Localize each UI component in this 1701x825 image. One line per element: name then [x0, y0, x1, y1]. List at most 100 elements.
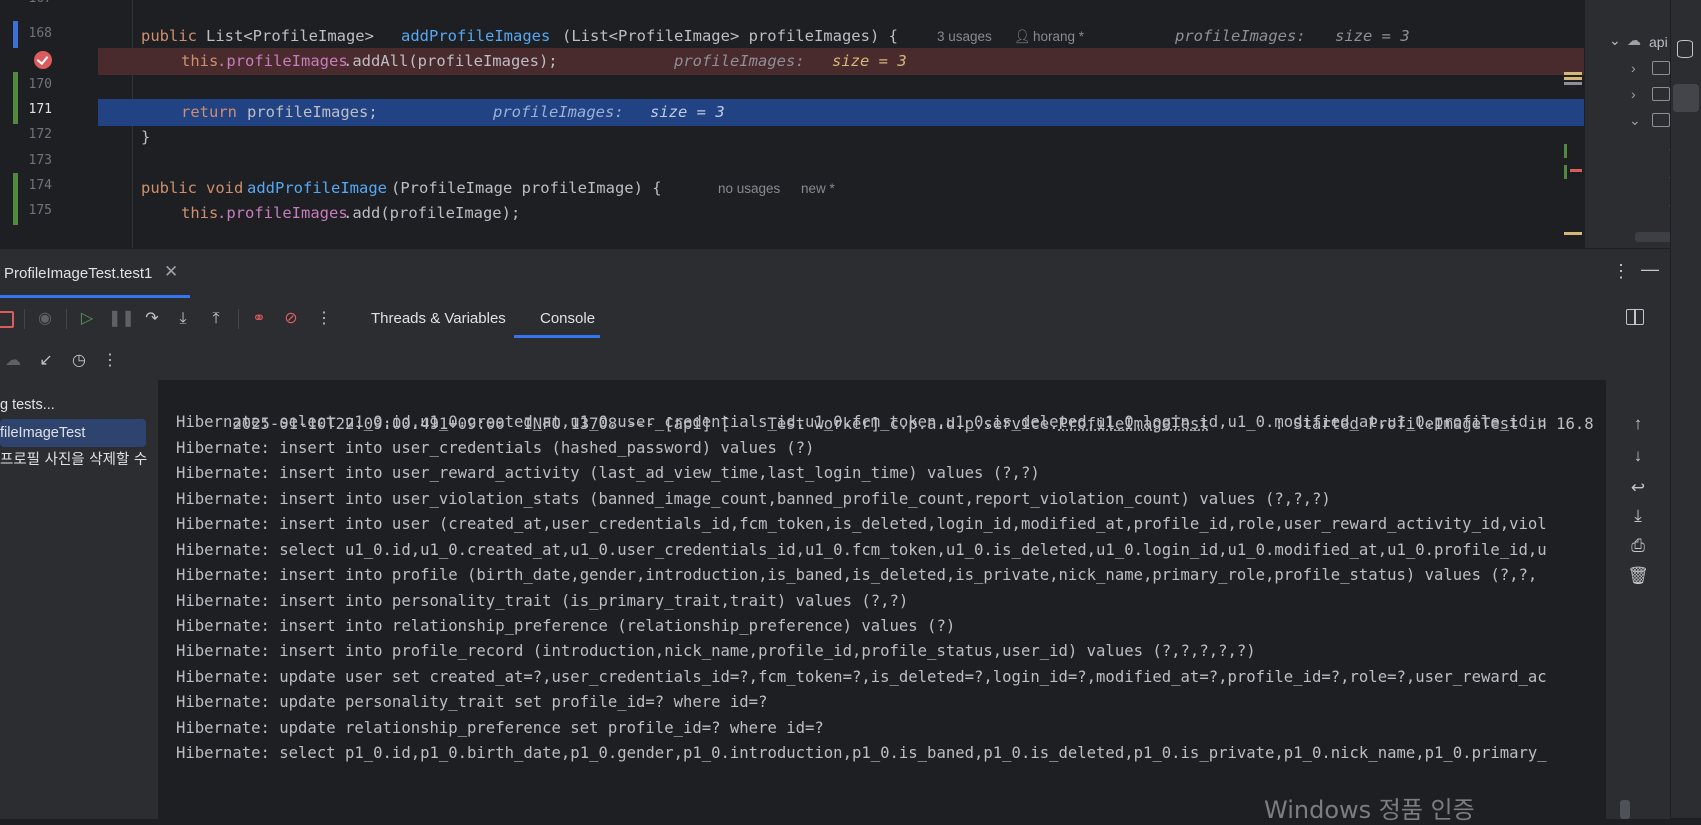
stripe-mark[interactable]	[1564, 165, 1567, 179]
stripe-mark[interactable]	[1564, 144, 1567, 158]
down-arrow-icon[interactable]: ↓	[1606, 446, 1670, 466]
stripe-mark[interactable]	[1564, 82, 1582, 85]
console-line[interactable]: Hibernate: insert into profile_record (i…	[176, 638, 1256, 665]
debug-tool-window[interactable]: ProfileImageTest.test1 ✕ ⋮ — ◉ ▷ ❚❚ ↷ ⤓ …	[0, 248, 1670, 819]
horizontal-scrollbar[interactable]	[1635, 232, 1671, 242]
more-icon[interactable]: ⋮	[313, 308, 335, 330]
database-icon[interactable]	[1677, 40, 1693, 58]
author-hint[interactable]: new *	[801, 175, 835, 202]
chevron-right-icon[interactable]: ›	[1631, 86, 1636, 102]
method-name: addProfileImages	[401, 27, 551, 45]
vcs-change-marker[interactable]	[13, 21, 18, 48]
toolbar-separator	[66, 309, 67, 329]
run-config-tab[interactable]: ProfileImageTest.test1 ✕	[0, 249, 190, 298]
vcs-change-marker[interactable]	[13, 72, 18, 99]
console-line[interactable]: Hibernate: select u1_0.id,u1_0.created_a…	[176, 409, 1547, 436]
test-tree-item[interactable]: g tests...	[0, 391, 146, 419]
test-tree-item[interactable]: 프로필 사진을 삭제할 수	[0, 446, 147, 474]
console-line[interactable]: Hibernate: insert into user_violation_st…	[176, 486, 1331, 513]
gutter-line: 174	[0, 173, 98, 200]
line-number: 167	[29, 0, 52, 6]
view-breakpoints-icon[interactable]: ⚭	[248, 308, 270, 330]
console-line[interactable]: Hibernate: update relationship_preferenc…	[176, 715, 824, 742]
mute-breakpoints-icon[interactable]: ⊘	[280, 308, 302, 330]
debug-toolbar: ◉ ▷ ❚❚ ↷ ⤓ ⤒ ⚭ ⊘ ⋮ Threads & Variables C…	[0, 298, 1670, 340]
minimize-icon[interactable]: —	[1641, 259, 1659, 280]
pause-icon[interactable]: ❚❚	[108, 308, 135, 330]
module-icon: ☁	[1627, 32, 1641, 48]
author-icon: 👤︎	[1014, 29, 1032, 44]
line-gutter[interactable]: 167 168 170 171 172 173 174 175	[0, 0, 98, 248]
step-into-icon[interactable]: ⤓	[172, 308, 194, 330]
run-config-tab-label: ProfileImageTest.test1	[4, 265, 153, 282]
field-ref: .profileImages	[217, 52, 348, 70]
code-area[interactable]: public List<ProfileImage> addProfileImag…	[98, 0, 1584, 248]
code-line-171[interactable]: return profileImages; profileImages: siz…	[98, 99, 1584, 126]
soft-wrap-icon[interactable]: ↩	[1606, 478, 1670, 498]
console-line[interactable]: Hibernate: insert into user (created_at,…	[176, 511, 1547, 538]
scroll-to-end-icon[interactable]: ⤓	[1606, 506, 1670, 526]
test-tree[interactable]: g tests... fileImageTest 프로필 사진을 삭제할 수	[0, 380, 158, 819]
stripe-mark[interactable]	[1564, 77, 1582, 80]
rerun-failed-icon[interactable]: ☁	[2, 350, 24, 372]
tool-window-active-icon[interactable]	[1673, 84, 1699, 112]
up-arrow-icon[interactable]: ↑	[1606, 414, 1670, 434]
code-line-174[interactable]: public void addProfileImage (ProfileImag…	[98, 175, 1584, 202]
eye-icon[interactable]: ◉	[34, 308, 56, 330]
gutter-line: 167	[0, 0, 98, 13]
code-line-168[interactable]: public List<ProfileImage> addProfileImag…	[98, 23, 1584, 50]
console-line[interactable]: Hibernate: insert into relationship_pref…	[176, 613, 955, 640]
console-line[interactable]: Hibernate: select u1_0.id,u1_0.created_a…	[176, 537, 1547, 564]
console-line[interactable]: Hibernate: update personality_trait set …	[176, 689, 767, 716]
console-line[interactable]: 2025-01-10T22:09:00.491+09:00 INFO 13708…	[176, 384, 1593, 433]
vcs-change-marker[interactable]	[13, 198, 18, 225]
stripe-mark[interactable]	[1570, 169, 1582, 172]
folder-icon	[1652, 61, 1670, 75]
vcs-change-marker[interactable]	[13, 97, 18, 124]
breakpoint-icon[interactable]	[34, 51, 52, 69]
stripe-mark[interactable]	[1564, 232, 1582, 235]
chevron-down-icon[interactable]: ⌄	[1609, 32, 1621, 49]
vcs-change-marker[interactable]	[13, 173, 18, 200]
trash-icon[interactable]: 🗑︎	[1606, 566, 1670, 586]
method-name: addProfileImage	[247, 179, 387, 197]
tab-console[interactable]: Console	[540, 310, 595, 327]
more-icon[interactable]: ⋮	[99, 350, 121, 372]
console-scrollbar[interactable]	[1620, 800, 1630, 819]
code-line-172[interactable]: }	[98, 124, 1584, 151]
tab-threads-variables[interactable]: Threads & Variables	[371, 310, 506, 327]
more-options-icon[interactable]: ⋮	[1612, 261, 1630, 282]
code-line-175[interactable]: this .profileImages .add(profileImage);	[98, 200, 1584, 227]
console-line[interactable]: Hibernate: insert into user_reward_activ…	[176, 460, 1040, 487]
step-over-icon[interactable]: ↷	[141, 308, 163, 330]
step-out-icon[interactable]: ⤒	[205, 308, 227, 330]
stripe-mark[interactable]	[1564, 72, 1582, 75]
chevron-right-icon[interactable]: ›	[1631, 60, 1636, 76]
import-tests-icon[interactable]: ↙	[35, 350, 57, 372]
console-output[interactable]: 2025-01-10T22:09:00.491+09:00 INFO 13708…	[158, 380, 1606, 819]
history-icon[interactable]: ◷	[68, 350, 90, 372]
usages-hint[interactable]: 3 usages	[937, 23, 992, 50]
toolbar-separator	[24, 309, 25, 329]
project-panel[interactable]: ⌄ ☁ api › T › D ⌄ R ℓ ℓ ℓ	[1584, 0, 1671, 248]
console-line[interactable]: Hibernate: insert into user_credentials …	[176, 435, 814, 462]
code-line-169[interactable]: this .profileImages .addAll(profileImage…	[98, 48, 1584, 75]
console-line[interactable]: Hibernate: select p1_0.id,p1_0.birth_dat…	[176, 740, 1547, 767]
project-root[interactable]: api	[1649, 34, 1668, 50]
code-editor[interactable]: 167 168 170 171 172 173 174 175 public L…	[0, 0, 1584, 248]
active-tab-underline	[514, 335, 600, 338]
console-line[interactable]: Hibernate: insert into personality_trait…	[176, 588, 908, 615]
print-icon[interactable]: ⎙	[1606, 536, 1670, 556]
close-icon[interactable]: ✕	[164, 262, 178, 282]
chevron-down-icon[interactable]: ⌄	[1629, 112, 1641, 129]
resume-icon[interactable]: ▷	[76, 308, 98, 330]
layout-settings-icon[interactable]	[1626, 309, 1644, 325]
error-stripe[interactable]	[1562, 0, 1584, 248]
console-line[interactable]: Hibernate: insert into profile (birth_da…	[176, 562, 1537, 589]
inline-debug-name: profileImages:	[493, 103, 624, 121]
console-line[interactable]: Hibernate: update user set created_at=?,…	[176, 664, 1547, 691]
author-hint[interactable]: horang *	[1033, 23, 1084, 50]
test-tree-item[interactable]: fileImageTest	[0, 419, 146, 447]
usages-hint[interactable]: no usages	[718, 175, 780, 202]
stop-icon[interactable]	[0, 308, 16, 330]
